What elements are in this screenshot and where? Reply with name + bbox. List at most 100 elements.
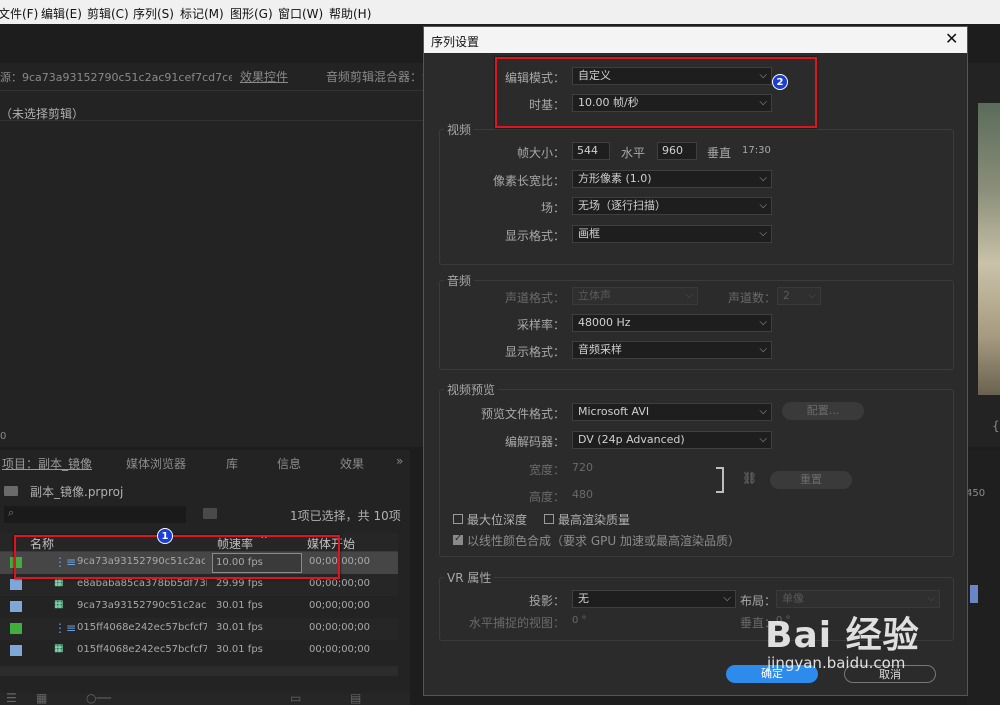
frame-height-input[interactable]: 960	[657, 142, 697, 160]
codec-select[interactable]: DV (24p Advanced) ⌵	[572, 431, 772, 449]
close-icon[interactable]: ✕	[945, 29, 958, 48]
video-display-format-label: 显示格式：	[504, 229, 565, 243]
new-bin-from-search-icon[interactable]	[203, 508, 217, 519]
new-bin-icon[interactable]: ▭	[290, 691, 301, 705]
sample-rate-select[interactable]: 48000 Hz ⌵	[572, 314, 772, 332]
menu-edit[interactable]: 编辑(E)	[41, 5, 82, 22]
horizontal-scrollbar[interactable]	[0, 666, 398, 676]
menu-marker[interactable]: 标记(M)	[180, 5, 224, 22]
menu-graphics[interactable]: 图形(G)	[230, 5, 273, 22]
preview-file-format-value: Microsoft AVI	[578, 405, 650, 418]
panel-overflow-icon[interactable]: »	[396, 454, 403, 468]
preview-file-format-select[interactable]: Microsoft AVI ⌵	[572, 403, 772, 421]
row-framerate: 30.01 fps	[216, 644, 263, 655]
step-marker-1: 1	[157, 528, 173, 544]
projection-label: 投影：	[528, 594, 565, 608]
fields-select[interactable]: 无场（逐行扫描） ⌵	[572, 197, 772, 215]
video-preview-group-title: 视频预览	[444, 381, 499, 398]
menu-sequence[interactable]: 序列(S)	[133, 5, 174, 22]
search-icon: ⌕	[8, 506, 15, 519]
menu-file[interactable]: 文件(F)	[0, 5, 38, 22]
tab-source[interactable]: 源：9ca73a93152790c51c2ac91cef7cd7ce.mp4	[0, 69, 232, 85]
chevron-down-icon: ⌵	[759, 200, 767, 211]
label-color-swatch	[10, 601, 22, 612]
channel-count-value: 2	[783, 289, 790, 302]
configure-button[interactable]: 配置...	[782, 402, 864, 420]
table-row[interactable]: ▦ 9ca73a93152790c51c2ac91cef 30.01 fps 0…	[0, 596, 398, 618]
tab-effects[interactable]: 效果	[340, 455, 364, 472]
pixel-aspect-label: 像素长宽比：	[492, 174, 565, 188]
horizontal-view-label: 水平捕捉的视图：	[468, 616, 565, 630]
timeline-clip[interactable]	[970, 585, 978, 603]
menu-help[interactable]: 帮助(H)	[329, 5, 371, 22]
highlight-box-framerate	[14, 535, 340, 579]
sample-rate-label: 采样率：	[516, 318, 565, 332]
link-bracket	[716, 467, 724, 493]
video-display-format-select[interactable]: 画框 ⌵	[572, 225, 772, 243]
video-display-format-value: 画框	[578, 227, 600, 240]
projection-select[interactable]: 无 ⌵	[572, 590, 736, 608]
watermark-logo: Bai 经验	[765, 615, 920, 656]
frame-width-input[interactable]: 544	[572, 142, 610, 160]
checkmark-icon: ✓	[454, 533, 463, 544]
video-clip-icon: ▦	[54, 643, 64, 654]
audio-group-title: 音频	[444, 272, 475, 289]
pixel-aspect-select[interactable]: 方形像素 (1.0) ⌵	[572, 170, 772, 188]
search-input[interactable]: ⌕	[4, 506, 186, 523]
highlight-box-timebase	[495, 57, 817, 128]
chevron-down-icon: ⌵	[723, 593, 731, 604]
selection-count: 1项已选择，共 10项	[290, 509, 401, 523]
table-row[interactable]: ▦ 015ff4068e242ec57bcfcf75215 30.01 fps …	[0, 640, 398, 662]
icon-view-icon[interactable]: ▦	[36, 691, 47, 705]
tab-project[interactable]: 项目：副本_镜像	[2, 455, 92, 472]
chevron-down-icon: ⌵	[808, 290, 816, 301]
row-name: 015ff4068e242ec57bcfcf75215	[77, 622, 207, 633]
chain-link-icon[interactable]: ⛓	[742, 471, 757, 485]
reset-button[interactable]: 重置	[770, 471, 852, 489]
tab-effect-controls[interactable]: 效果控件	[240, 68, 288, 85]
frame-size-label: 帧大小：	[516, 146, 565, 160]
channel-format-label: 声道格式：	[504, 291, 565, 305]
tab-libraries[interactable]: 库	[226, 455, 238, 472]
divider	[0, 120, 423, 121]
table-row[interactable]: ⋮≡ 015ff4068e242ec57bcfcf75215 30.01 fps…	[0, 618, 398, 640]
channel-count-select[interactable]: 2 ⌵	[777, 287, 821, 305]
audio-display-format-label: 显示格式：	[504, 345, 565, 359]
list-view-icon[interactable]: ☰	[6, 691, 17, 705]
row-framerate: 30.01 fps	[216, 622, 263, 633]
codec-label: 编解码器：	[504, 435, 565, 449]
preview-file-format-label: 预览文件格式：	[480, 407, 565, 421]
video-group-title: 视频	[444, 121, 475, 138]
chevron-down-icon: ⌵	[759, 228, 767, 239]
preview-width-label: 宽度：	[528, 463, 565, 477]
monitor-control-icon[interactable]: {	[992, 419, 1000, 433]
projection-value: 无	[578, 592, 589, 605]
tab-audio-clip-mixer[interactable]: 音频剪辑混合器：9	[326, 68, 423, 85]
chevron-down-icon: ⌵	[759, 317, 767, 328]
menu-clip[interactable]: 剪辑(C)	[87, 5, 129, 22]
max-bit-depth-label: 最大位深度	[467, 513, 528, 527]
audio-display-format-select[interactable]: 音频采样 ⌵	[572, 341, 772, 359]
max-render-quality-checkbox[interactable]	[544, 514, 554, 524]
tab-media-browser[interactable]: 媒体浏览器	[126, 455, 186, 472]
pixel-aspect-value: 方形像素 (1.0)	[578, 172, 652, 185]
label-color-swatch	[10, 623, 22, 634]
video-clip-icon: ▦	[54, 599, 64, 610]
zoom-slider-icon[interactable]: ○──	[86, 691, 111, 705]
source-panel: 源：9ca73a93152790c51c2ac91cef7cd7ce.mp4 效…	[0, 63, 423, 447]
channel-format-value: 立体声	[578, 289, 611, 302]
row-media-start: 00;00;00;00	[309, 600, 371, 611]
linear-color-checkbox[interactable]: ✓	[453, 533, 463, 545]
channel-format-select[interactable]: 立体声 ⌵	[572, 287, 698, 305]
dialog-title: 序列设置	[431, 35, 480, 49]
chevron-down-icon: ⌵	[685, 290, 693, 301]
menu-window[interactable]: 窗口(W)	[278, 5, 323, 22]
horizontal-view-value: 0 °	[572, 615, 587, 626]
max-bit-depth-checkbox[interactable]	[453, 514, 463, 524]
row-name: 015ff4068e242ec57bcfcf75215	[77, 644, 207, 655]
vertical-label: 垂直	[707, 146, 732, 160]
preview-width-value: 720	[572, 461, 593, 474]
menu-bar: 文件(F) 编辑(E) 剪辑(C) 序列(S) 标记(M) 图形(G) 窗口(W…	[0, 0, 1000, 24]
clear-icon[interactable]: ▤	[350, 691, 361, 705]
tab-info[interactable]: 信息	[277, 455, 301, 472]
